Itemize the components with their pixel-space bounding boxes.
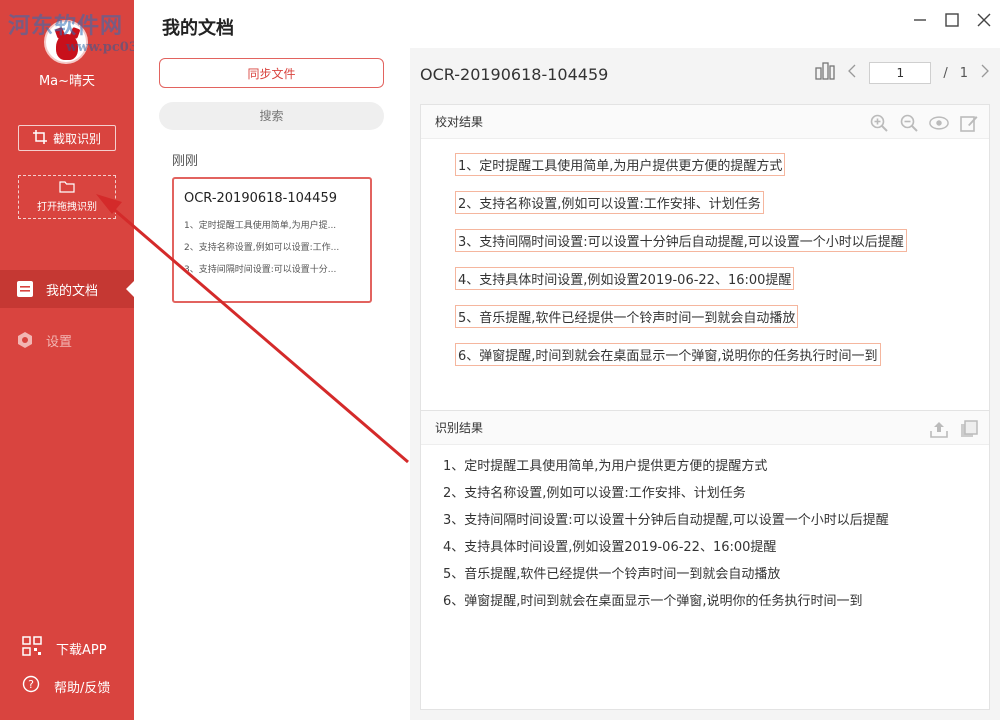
file-name: OCR-20190618-104459 [420,65,609,84]
recognition-panel: 识别结果 1、定时提醒工具使用简单,为用户提供更方便的提醒方式 2、支持名称设置… [420,410,990,710]
open-drag-recognize-label: 打开拖拽识别 [37,202,97,213]
sidebar-item-label: 我的文档 [46,283,99,299]
window-controls [912,12,992,28]
username: Ma~晴天 [38,74,96,89]
recognition-line: 3、支持间隔时间设置:可以设置十分钟后自动提醒,可以设置一个小时以后提醒 [443,513,889,528]
zoom-in-icon[interactable] [869,113,889,133]
sidebar-item-settings[interactable]: 设置 [0,321,134,359]
close-button[interactable] [976,12,992,28]
proofread-line[interactable]: 4、支持具体时间设置,例如设置2019-06-22、16:00提醒 [455,267,795,290]
proofread-line[interactable]: 3、支持间隔时间设置:可以设置十分钟后自动提醒,可以设置一个小时以后提醒 [455,229,907,252]
recognition-line: 5、音乐提醒,软件已经提供一个铃声时间一到就会自动播放 [443,567,781,582]
help-feedback-label: 帮助/反馈 [54,680,111,696]
next-page-icon[interactable] [980,64,990,82]
zoom-out-icon[interactable] [899,113,919,133]
capture-recognize-label: 截取识别 [52,131,101,146]
sidebar: Ma~晴天 截取识别 打开拖拽识别 我的文档 设置 下载APP ? 帮助/反馈 [0,0,134,720]
document-list-panel: 我的文档 同步文件 刚刚 OCR-20190618-104459 1、定时提醒工… [134,0,410,720]
recognition-line: 2、支持名称设置,例如可以设置:工作安排、计划任务 [443,486,746,501]
folder-icon [59,181,75,196]
qr-code-icon [22,636,42,660]
recognition-line: 1、定时提醒工具使用简单,为用户提供更方便的提醒方式 [443,459,768,474]
columns-icon[interactable] [815,62,835,84]
maximize-button[interactable] [944,12,960,28]
recognition-title: 识别结果 [421,411,989,445]
download-app-link[interactable]: 下载APP [22,636,107,660]
open-drag-recognize-button[interactable]: 打开拖拽识别 [18,175,116,219]
document-card[interactable]: OCR-20190618-104459 1、定时提醒工具使用简单,为用户提...… [172,177,372,303]
copy-icon[interactable] [959,419,979,439]
help-icon: ? [22,675,40,697]
page-number-input[interactable] [869,62,932,84]
download-app-label: 下载APP [56,642,107,658]
page-separator: / [943,65,948,81]
app-window: Ma~晴天 截取识别 打开拖拽识别 我的文档 设置 下载APP ? 帮助/反馈 … [0,0,1000,720]
page-total: 1 [959,65,968,81]
sidebar-item-my-documents[interactable]: 我的文档 [0,270,134,308]
avatar[interactable] [44,20,88,64]
proofread-panel: 校对结果 1、定时提醒工具使用简单,为用户提供更方便的提醒方式 2、支持名称设置… [420,104,990,444]
svg-text:?: ? [28,678,34,691]
help-feedback-link[interactable]: ? 帮助/反馈 [22,675,110,697]
search-input[interactable] [159,102,384,130]
document-card-title: OCR-20190618-104459 [184,191,337,206]
eye-icon[interactable] [929,113,949,133]
export-icon[interactable] [929,419,949,439]
pager: / 1 [815,62,990,84]
gear-icon [16,331,34,349]
recognition-toolbar [929,419,979,439]
recognition-line: 4、支持具体时间设置,例如设置2019-06-22、16:00提醒 [443,540,777,555]
minimize-button[interactable] [912,12,928,28]
recognition-line: 6、弹窗提醒,时间到就会在桌面显示一个弹窗,说明你的任务执行时间一到 [443,594,863,609]
sidebar-item-label: 设置 [46,334,73,350]
document-viewer: OCR-20190618-104459 / 1 校对结果 [410,48,1000,720]
proofread-toolbar [869,113,979,133]
capture-recognize-button[interactable]: 截取识别 [18,125,116,151]
edit-icon[interactable] [959,113,979,133]
document-card-line: 1、定时提醒工具使用简单,为用户提... [184,221,337,231]
document-card-line: 3、支持间隔时间设置:可以设置十分... [184,265,337,275]
document-icon [16,280,34,298]
proofread-line[interactable]: 1、定时提醒工具使用简单,为用户提供更方便的提醒方式 [455,153,786,176]
recent-section-label: 刚刚 [172,154,199,169]
prev-page-icon[interactable] [847,64,857,82]
document-card-line: 2、支持名称设置,例如可以设置:工作... [184,243,340,253]
page-title: 我的文档 [162,18,234,39]
proofread-line[interactable]: 6、弹窗提醒,时间到就会在桌面显示一个弹窗,说明你的任务执行时间一到 [455,343,881,366]
proofread-line[interactable]: 2、支持名称设置,例如可以设置:工作安排、计划任务 [455,191,764,214]
sync-files-button[interactable]: 同步文件 [159,58,384,88]
proofread-line[interactable]: 5、音乐提醒,软件已经提供一个铃声时间一到就会自动播放 [455,305,799,328]
crop-icon [32,129,47,147]
